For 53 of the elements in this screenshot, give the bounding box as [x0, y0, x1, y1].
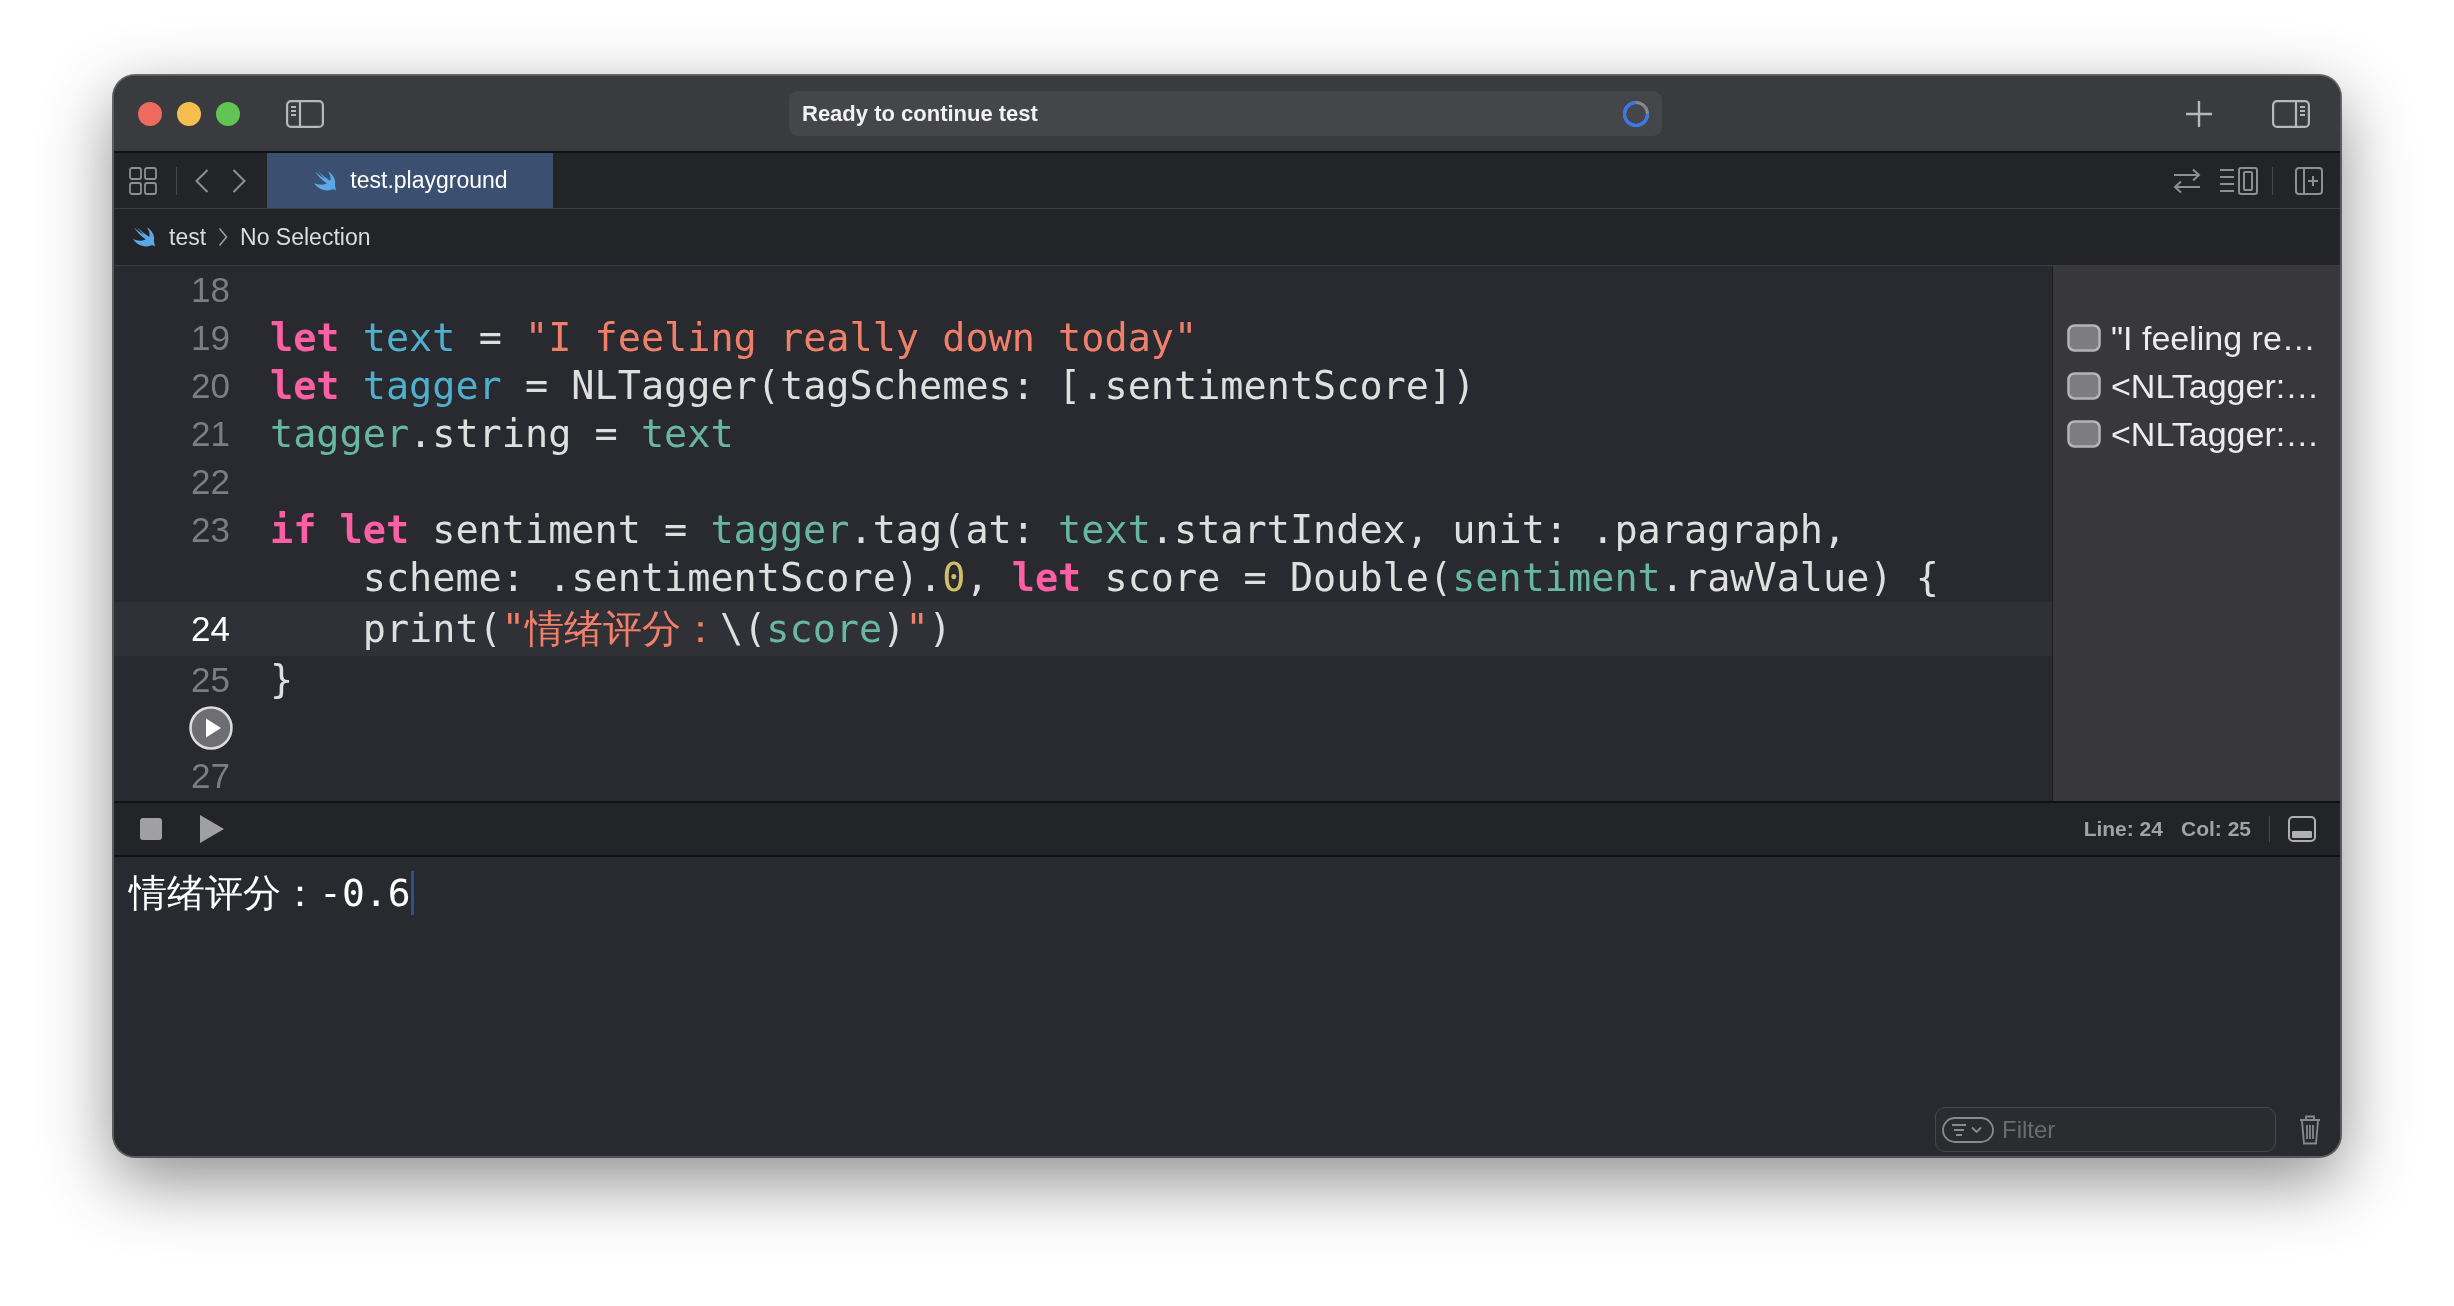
- line-number: 18: [191, 269, 230, 311]
- bird-icon: [131, 226, 157, 248]
- filter-field[interactable]: Filter: [1935, 1107, 2276, 1152]
- rounded-square-icon[interactable]: [2067, 420, 2101, 448]
- sidebar-toggle-icon[interactable]: [286, 99, 324, 128]
- split-plus-icon[interactable]: [2295, 166, 2323, 195]
- line-number: 23: [191, 509, 230, 551]
- result-preview: <NLTagger:…: [2111, 414, 2320, 454]
- swap-arrows-icon[interactable]: [2172, 167, 2202, 194]
- line-number: 20: [191, 365, 230, 407]
- right-panel-icon[interactable]: [2272, 99, 2310, 128]
- trash-icon[interactable]: [2299, 1114, 2321, 1145]
- line-number: 19: [191, 317, 230, 359]
- chevron-right-icon: [218, 227, 229, 247]
- rounded-square-icon[interactable]: [2067, 324, 2101, 352]
- line-number: 27: [191, 755, 230, 797]
- grid-icon[interactable]: [129, 166, 157, 195]
- code-line: let tagger = NLTagger(tagSchemes: [.sentimentScore]): [270, 362, 1476, 410]
- code-line: print("情绪评分：\(score)"): [362, 605, 952, 653]
- minimize-button[interactable]: [177, 101, 201, 126]
- console-output: 情绪评分：-0.6: [129, 871, 411, 915]
- status-text: Ready to continue test: [802, 100, 1038, 127]
- result-preview: <NLTagger:…: [2111, 366, 2320, 406]
- play-icon[interactable]: [200, 815, 224, 843]
- code-line: }: [270, 656, 294, 704]
- lines-panel-icon[interactable]: [2219, 166, 2259, 195]
- breadcrumb-item[interactable]: test: [131, 223, 207, 251]
- bottom-panel-icon[interactable]: [2288, 816, 2316, 842]
- bird-icon: [312, 169, 339, 192]
- filter-input[interactable]: Filter: [2002, 1112, 2267, 1147]
- progress-ring-icon: [1622, 99, 1650, 128]
- close-button[interactable]: [138, 101, 162, 126]
- line-number: 25: [191, 659, 230, 701]
- code-line: if let sentiment = tagger.tag(at: text.startIndex, unit: .paragraph,: [270, 506, 1847, 554]
- chevron-right-icon[interactable]: [232, 168, 246, 193]
- rounded-square-icon[interactable]: [2067, 372, 2101, 400]
- code-line: tagger.string = text: [270, 410, 734, 458]
- plus-icon[interactable]: [2186, 100, 2212, 127]
- code-line: let text = "I feeling really down today": [270, 314, 1198, 362]
- result-preview: "I feeling re…: [2111, 318, 2316, 358]
- play-circle-icon[interactable]: [189, 706, 233, 750]
- line-number: 21: [191, 413, 230, 455]
- text-cursor-icon: [410, 871, 414, 915]
- editor-tab[interactable]: test.playground: [267, 153, 553, 208]
- zoom-button[interactable]: [216, 101, 240, 126]
- filter-icon[interactable]: [1942, 1116, 1994, 1143]
- line-number: 22: [191, 461, 230, 503]
- cursor-column: Col: 25: [2181, 817, 2251, 841]
- breadcrumb-item[interactable]: No Selection: [240, 223, 371, 251]
- chevron-left-icon[interactable]: [195, 168, 209, 193]
- code-line: scheme: .sentimentScore).0, let score = Double(sentiment.rawValue) {: [362, 554, 1939, 602]
- cursor-line: Line: 24: [2083, 817, 2163, 841]
- line-number: 24: [191, 608, 230, 650]
